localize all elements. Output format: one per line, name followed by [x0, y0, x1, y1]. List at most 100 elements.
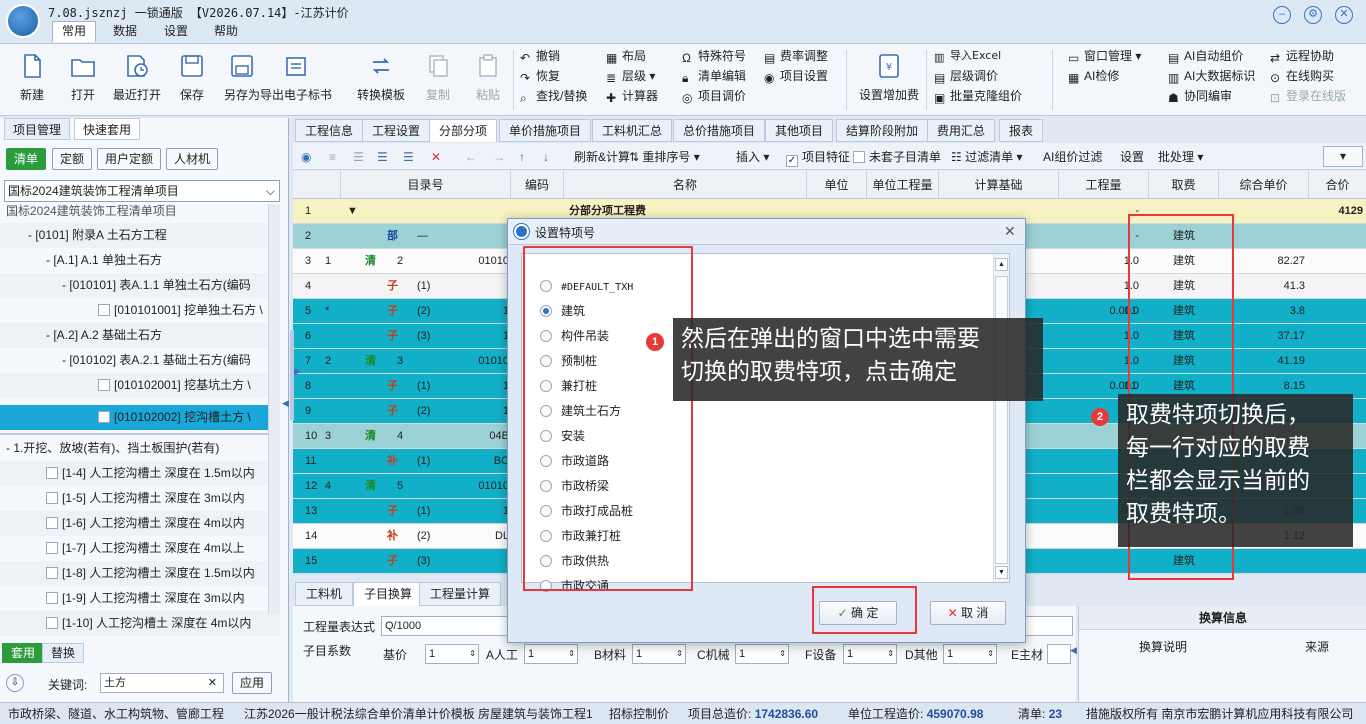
tree-leaf-selected[interactable]: [010102002] 挖沟槽土方 \ [0, 405, 280, 430]
coef-input[interactable]: 1 ⇕ [943, 644, 997, 664]
cell-sub-number[interactable] [325, 374, 339, 398]
cell-code[interactable]: 1 [475, 299, 509, 323]
cell-qty[interactable]: 1.0 [1059, 324, 1139, 348]
collapse-left-icon[interactable]: ◀ [282, 398, 289, 409]
menu-tab-help[interactable]: 帮助 [205, 22, 247, 40]
cell-total[interactable] [1309, 249, 1363, 273]
filter-list-button[interactable]: ☷ 过滤清单 ▾ [951, 147, 1022, 167]
cell-sub-number[interactable]: 4 [325, 474, 339, 498]
window-manage-button[interactable]: ▭ 窗口管理 ▾ [1068, 46, 1141, 66]
cell-qty[interactable] [1059, 549, 1139, 573]
open-button[interactable]: 打开 [55, 48, 111, 110]
copy-button[interactable]: 复制 [410, 48, 466, 110]
cell-code[interactable]: DL [475, 524, 509, 548]
cell-seq[interactable]: 5 [397, 474, 437, 498]
library-select[interactable]: 国标2024建筑装饰工程清单项目 ⌵ [4, 180, 280, 202]
cell-seq[interactable]: 4 [397, 424, 437, 448]
cell-seq[interactable]: (3) [417, 324, 457, 348]
cell-row-number[interactable]: 11 [305, 449, 321, 473]
subtree-leaf[interactable]: [1-4] 人工挖沟槽土 深度在 1.5m以内 [0, 461, 280, 486]
expand-right-icon[interactable]: ▶ [294, 366, 301, 377]
cell-seq[interactable]: (2) [417, 399, 457, 423]
cell-row-number[interactable]: 6 [305, 324, 321, 348]
cell-total[interactable] [1309, 299, 1363, 323]
cell-row-number[interactable]: 15 [305, 549, 321, 573]
cell-row-number[interactable]: 13 [305, 499, 321, 523]
save-button[interactable]: 保存 [164, 48, 220, 110]
grid-settings-button[interactable]: 设置 [1120, 147, 1144, 167]
cell-row-number[interactable]: 14 [305, 524, 321, 548]
col-header-unit-qty[interactable]: 单位工程量 [867, 171, 939, 199]
indent-icon[interactable]: ☰ [353, 147, 364, 167]
export-bid-button[interactable]: 导出电子标书 [244, 48, 348, 110]
checkbox[interactable] [46, 517, 58, 529]
collapse-icon[interactable]: ▼ [347, 199, 359, 223]
tab-other-items[interactable]: 其他项目 [765, 119, 834, 142]
checkbox[interactable] [46, 617, 58, 629]
paste-button[interactable]: 粘贴 [460, 48, 516, 110]
spinner-icon[interactable]: ⇕ [987, 645, 994, 663]
cell-seq[interactable]: (1) [417, 449, 457, 473]
tree-node[interactable]: - [A.2] A.2 基础土石方 [0, 323, 280, 348]
coef-input[interactable]: 1 ⇕ [735, 644, 789, 664]
cell-code[interactable] [475, 549, 509, 573]
new-button[interactable]: 新建 [4, 48, 60, 110]
tab-quick-apply[interactable]: 快速套用 [74, 118, 141, 140]
cell-total[interactable] [1309, 274, 1363, 298]
norm-button[interactable]: 定额 [52, 148, 93, 170]
clear-icon[interactable]: ✕ [208, 674, 217, 692]
subtree-leaf[interactable]: [1-8] 人工挖沟槽土 深度在 1.5m以内 [0, 561, 280, 586]
tab-total-measures[interactable]: 总价措施项目 [673, 119, 766, 142]
scroll-down-icon[interactable]: ▼ [995, 566, 1008, 579]
spinner-icon[interactable]: ⇕ [568, 645, 575, 663]
remote-help-button[interactable]: ⇄ 远程协助 [1270, 46, 1334, 66]
layout-button[interactable]: ▦ 布局 [606, 46, 646, 66]
tree-leaf[interactable]: [010102001] 挖基坑土方 \ [0, 373, 280, 398]
user-norm-button[interactable]: 用户定额 [97, 148, 162, 170]
project-settings-button[interactable]: ◉ 项目设置 [764, 66, 828, 86]
cell-sub-number[interactable]: 2 [325, 349, 339, 373]
tab-project-settings[interactable]: 工程设置 [362, 119, 431, 142]
cell-sub-number[interactable] [325, 324, 339, 348]
material-button[interactable]: 人材机 [166, 148, 219, 170]
tab-reports[interactable]: 报表 [999, 119, 1044, 142]
ai-bigdata-button[interactable]: ▥ AI大数据标识 [1168, 66, 1255, 86]
cell-seq[interactable]: 2 [397, 249, 437, 273]
tab-unit-measures[interactable]: 单价措施项目 [499, 119, 592, 142]
expand-left-icon[interactable]: ◀ [1070, 645, 1077, 656]
cell-seq[interactable]: (1) [417, 274, 457, 298]
cell-row-number[interactable]: 1 [305, 199, 321, 223]
cell-row-number[interactable]: 9 [305, 399, 321, 423]
cell-total[interactable]: 4129 [1309, 199, 1363, 223]
arrow-left-icon[interactable]: ← [465, 147, 477, 167]
arrow-right-icon[interactable]: → [493, 147, 505, 167]
subtree-leaf[interactable]: [1-9] 人工挖沟槽土 深度在 3m以内 [0, 586, 280, 611]
project-adjust-button[interactable]: ◎ 项目调价 [682, 86, 746, 106]
settings-icon[interactable]: ⚙ [1304, 6, 1322, 24]
cell-seq[interactable]: (2) [417, 524, 457, 548]
tab-quantity-calc[interactable]: 工程量计算 [419, 582, 502, 606]
dialog-close-icon[interactable]: ✕ [1004, 223, 1016, 240]
cell-qty[interactable]: - [1059, 224, 1139, 248]
cell-row-number[interactable]: 3 [305, 249, 321, 273]
cell-row-number[interactable]: 2 [305, 224, 321, 248]
keyword-input[interactable]: 土方 ✕ [100, 673, 224, 693]
undo-button[interactable]: ↶ 撤销 [520, 46, 560, 66]
calculator-button[interactable]: ✚ 计算器 [606, 86, 658, 106]
cell-sub-number[interactable] [325, 499, 339, 523]
rate-adjust-button[interactable]: ▤ 费率调整 [764, 46, 828, 66]
cell-code[interactable] [475, 274, 509, 298]
coef-input[interactable] [1047, 644, 1071, 664]
cell-seq[interactable]: 3 [397, 349, 437, 373]
cell-qty[interactable]: 1.0 [1059, 299, 1139, 323]
checkbox[interactable] [46, 542, 58, 554]
tab-apply[interactable]: 套用 [2, 643, 45, 663]
checkbox[interactable] [98, 379, 110, 391]
cell-sub-number[interactable] [325, 399, 339, 423]
spinner-icon[interactable]: ⇕ [469, 645, 476, 663]
level-adjust-button[interactable]: ▤ 层级调价 [934, 66, 998, 86]
special-symbol-button[interactable]: Ω 特殊符号 [682, 46, 746, 66]
subtree-node[interactable]: - 1.开挖、放坡(若有)、挡土板围护(若有) [0, 436, 280, 461]
cell-seq[interactable]: (1) [417, 499, 457, 523]
item-feature-checkbox[interactable]: ✓ 项目特征 [786, 147, 850, 167]
